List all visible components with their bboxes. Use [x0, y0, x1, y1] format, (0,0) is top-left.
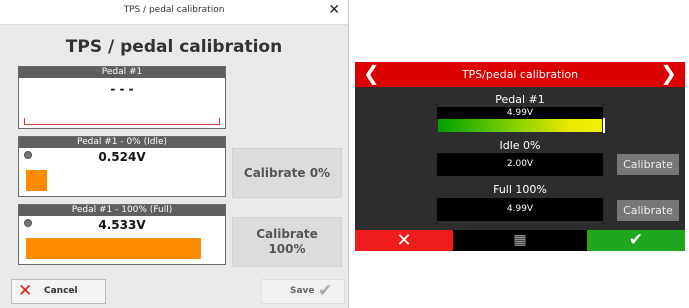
page-title: TPS / pedal calibration [65, 37, 283, 57]
idle-panel: Pedal #1 - 0% (Idle) 0.524V [18, 136, 226, 197]
cancel-button[interactable]: ✕ Cancel [11, 279, 106, 304]
window-title: TPS / pedal calibration [123, 5, 225, 15]
pedal-label: Pedal #1 [495, 93, 545, 106]
full-panel-title: Pedal #1 - 100% (Full) [19, 205, 225, 216]
close-icon: ✕ [396, 230, 412, 251]
idle-panel-title: Pedal #1 - 0% (Idle) [19, 137, 225, 148]
save-button[interactable]: Save ✔ [261, 279, 345, 304]
save-label: Save [290, 286, 315, 296]
device-menu-button[interactable]: ▦ [453, 230, 587, 251]
idle-label: Idle 0% [499, 139, 541, 152]
full-value: 4.533V [98, 218, 146, 232]
full-panel: Pedal #1 - 100% (Full) 4.533V [18, 204, 226, 265]
calibrate-0-label: Calibrate 0% [243, 165, 331, 180]
calibrate-idle-button[interactable]: Calibrate [617, 154, 679, 175]
device-screen: ❮ TPS/pedal calibration ❯ Pedal #1 4.99V… [355, 61, 685, 251]
gauge-end-marker [603, 118, 605, 133]
cancel-label: Cancel [44, 286, 78, 296]
calibrate-100-label: Calibrate 100% [256, 227, 318, 256]
device-ok-button[interactable]: ✔ [587, 230, 685, 251]
checkmark-icon: ✔ [628, 230, 644, 250]
idle-value: 0.524V [98, 150, 146, 164]
device-header: ❮ TPS/pedal calibration ❯ [355, 61, 685, 87]
checkmark-icon: ✔ [318, 281, 333, 301]
pedal-gauge-bar [438, 119, 602, 132]
pedal-panel: Pedal #1 - - - [18, 66, 226, 129]
idle-voltage: 2.00V [437, 153, 603, 176]
calibrate-full-button[interactable]: Calibrate [617, 200, 679, 221]
idle-level-bar [26, 170, 47, 191]
calibrate-100-button[interactable]: Calibrate 100% [232, 217, 342, 267]
grid-icon: ▦ [513, 232, 527, 248]
full-voltage: 4.99V [437, 198, 603, 221]
close-x-icon: ✕ [18, 281, 33, 301]
pedal-panel-title: Pedal #1 [19, 67, 225, 78]
pedal-value: - - - [110, 82, 134, 96]
full-label: Full 100% [493, 183, 547, 196]
pedal-voltage: 4.99V [437, 107, 603, 119]
title-bar: TPS / pedal calibration ✕ [0, 0, 348, 25]
calibrate-0-button[interactable]: Calibrate 0% [232, 148, 342, 198]
close-icon[interactable]: ✕ [328, 2, 340, 18]
pedal-scale [24, 118, 220, 125]
full-level-bar [26, 238, 201, 259]
device-cancel-button[interactable]: ✕ [355, 230, 453, 251]
calibration-dialog: TPS / pedal calibration ✕ TPS / pedal ca… [0, 0, 349, 308]
device-title: TPS/pedal calibration [461, 68, 579, 81]
chevron-right-icon[interactable]: ❯ [660, 61, 677, 85]
